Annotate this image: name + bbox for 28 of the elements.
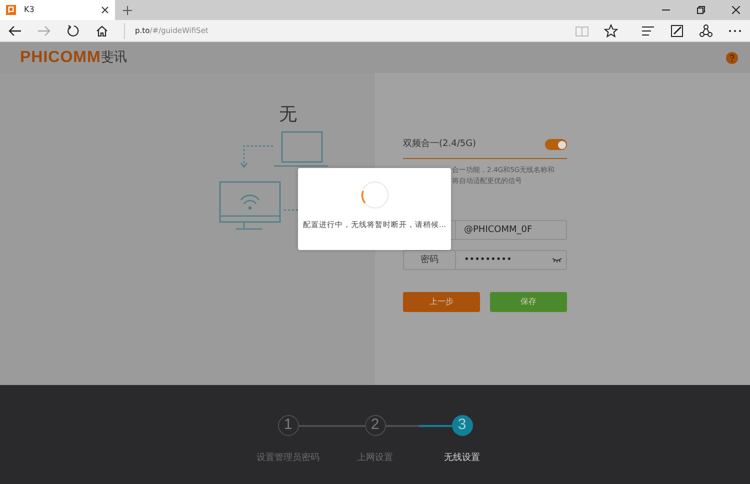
hub-icon[interactable] [641,24,655,38]
home-icon[interactable] [95,24,109,38]
step-label: 上网设置 [357,452,393,465]
close-icon[interactable] [732,6,740,14]
wifi-name-field[interactable]: @PHICOMM_0F [464,224,532,234]
page-title: 无 [279,104,297,125]
step-number: 2 [364,415,386,436]
dual-band-label: 双频合一(2.4/5G) [403,138,476,151]
back-icon[interactable] [8,24,22,38]
new-tab-icon[interactable] [123,6,132,14]
step-number: 1 [278,415,298,436]
step-label: 无线设置 [444,452,480,465]
previous-step-button[interactable]: 上一步 [403,292,480,312]
restore-icon[interactable] [697,6,705,14]
step-number: 3 [452,415,472,436]
dual-band-toggle[interactable] [545,139,567,150]
tab-favicon-icon [6,5,16,15]
refresh-icon[interactable] [66,24,80,38]
step-label: 设置管理员密码 [256,452,320,465]
star-icon[interactable] [604,24,618,38]
tab-title[interactable]: K3 [24,4,34,16]
loading-spinner-icon [360,180,390,210]
pen-icon[interactable] [670,24,684,38]
help-icon[interactable] [726,52,738,64]
close-tab-icon[interactable] [101,6,109,14]
brand-name: 斐讯 [100,48,127,67]
brand-logo: PHICOMM [20,48,101,68]
share-icon[interactable] [699,24,713,38]
